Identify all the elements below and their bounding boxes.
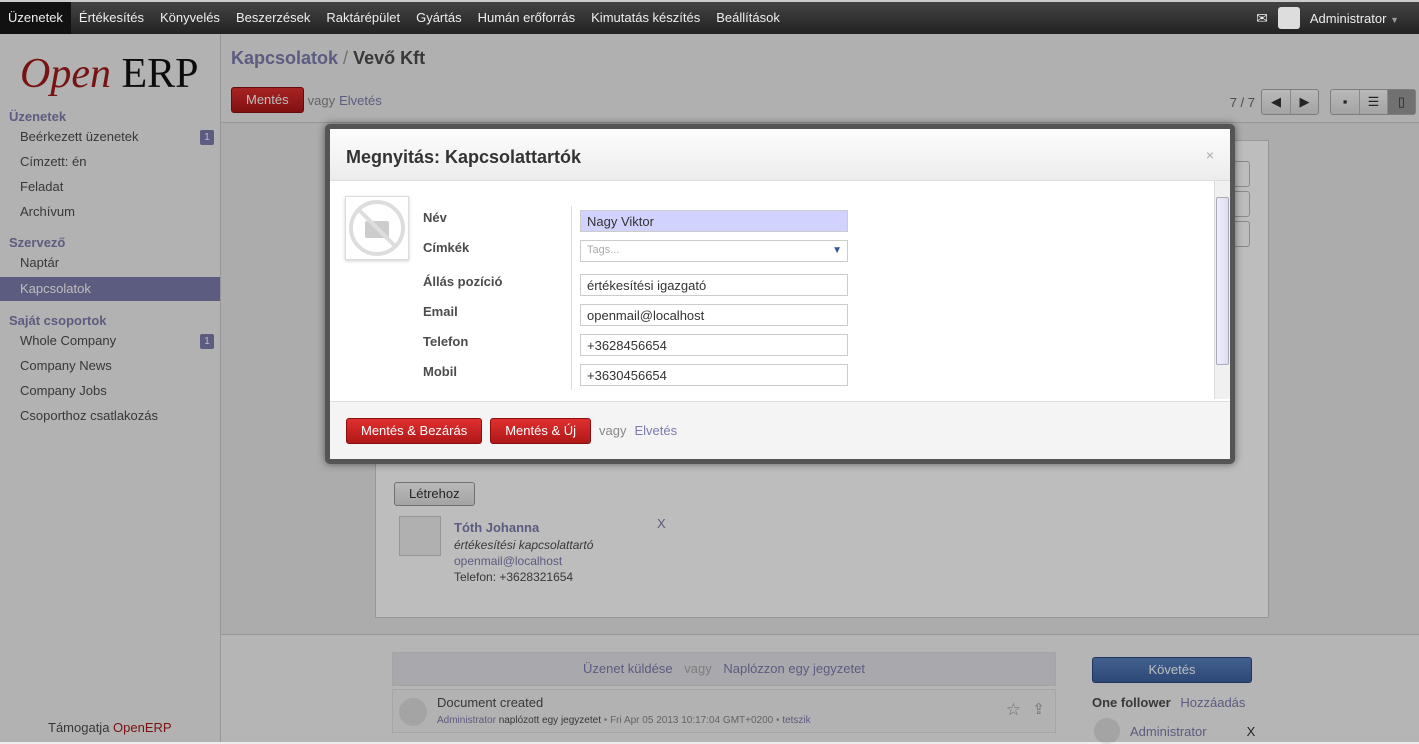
menu-human[interactable]: Humán erőforrás (470, 2, 584, 34)
job-position-input[interactable] (580, 274, 848, 296)
name-label: Név (423, 210, 447, 225)
email-input[interactable] (580, 304, 848, 326)
menu-uzenetek[interactable]: Üzenetek (0, 2, 71, 34)
contact-dialog: Megnyitás: Kapcsolattartók × Név Címkék Á… (325, 124, 1235, 464)
no-photo-icon[interactable] (345, 196, 409, 260)
phone-input[interactable] (580, 334, 848, 356)
save-close-button[interactable]: Mentés & Bezárás (346, 417, 483, 444)
menu-ertekesites[interactable]: Értékesítés (71, 2, 152, 34)
job-position-label: Állás pozíció (423, 274, 503, 289)
mobile-label: Mobil (423, 364, 457, 379)
menu-konyveles[interactable]: Könyvelés (152, 2, 228, 34)
dialog-discard-link[interactable]: Elvetés (635, 423, 678, 438)
user-avatar (1277, 7, 1300, 29)
menu-raktarepulet[interactable]: Raktárépület (318, 2, 408, 34)
tags-label: Címkék (423, 240, 470, 255)
menu-kimutatas[interactable]: Kimutatás készítés (583, 2, 708, 34)
close-icon[interactable]: × (1206, 147, 1214, 163)
menu-beallitasok[interactable]: Beállítások (708, 2, 788, 34)
email-label: Email (423, 304, 458, 319)
dialog-scrollbar[interactable] (1214, 181, 1230, 399)
tags-input[interactable]: Tags... ▼ (580, 240, 848, 262)
menu-gyartas[interactable]: Gyártás (408, 2, 470, 34)
menu-beszerzesek[interactable]: Beszerzések (228, 2, 318, 34)
top-menu-bar: Üzenetek Értékesítés Könyvelés Beszerzés… (0, 0, 1419, 34)
user-menu[interactable]: Administrator ▼ (1310, 11, 1399, 26)
phone-label: Telefon (423, 334, 469, 349)
envelope-icon[interactable]: ✉ (1256, 10, 1268, 27)
user-name: Administrator (1309, 10, 1387, 26)
save-new-button[interactable]: Mentés & Új (490, 417, 592, 444)
name-input[interactable] (580, 210, 848, 232)
mobile-input[interactable] (580, 364, 848, 386)
caret-down-icon: ▼ (832, 245, 842, 256)
caret-down-icon: ▼ (1390, 14, 1399, 25)
dialog-title: Megnyitás: Kapcsolattartók (346, 147, 582, 167)
